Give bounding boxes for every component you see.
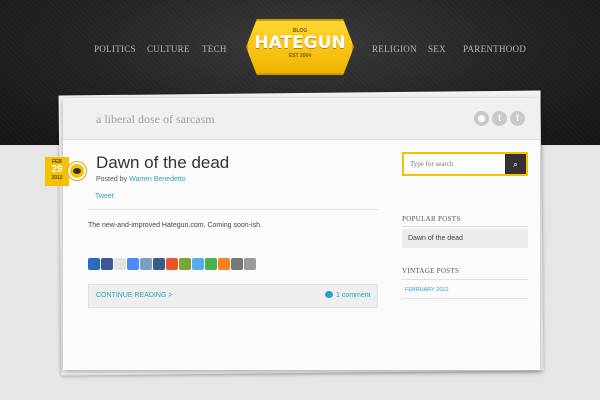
share-button-icon[interactable] xyxy=(140,258,152,270)
comments-icon xyxy=(325,291,333,298)
nav-religion[interactable]: RELIGION xyxy=(372,44,417,54)
tagline: a liberal dose of sarcasm xyxy=(96,112,215,126)
date-badge: FEB 29 2012 xyxy=(45,157,69,186)
post-title[interactable]: Dawn of the dead xyxy=(96,153,229,173)
share-button-icon[interactable] xyxy=(127,258,139,270)
twitter-icon[interactable]: t xyxy=(492,111,507,126)
date-year: 2012 xyxy=(51,175,63,181)
divider xyxy=(88,209,378,210)
popular-post-item[interactable]: Dawn of the dead xyxy=(402,229,528,248)
tweet-button[interactable]: Tweet xyxy=(95,193,114,200)
share-button-icon[interactable] xyxy=(88,258,100,270)
site-logo[interactable]: BLOG HATEGUN EST 2004 xyxy=(246,19,354,75)
share-button-icon[interactable] xyxy=(244,258,256,270)
nav-sex[interactable]: SEX xyxy=(428,44,446,54)
comments-link[interactable]: 1 comment xyxy=(336,292,371,299)
rss-icon[interactable]: ◉ xyxy=(474,111,489,126)
nav-politics[interactable]: POLITICS xyxy=(94,44,136,54)
nav-culture[interactable]: CULTURE xyxy=(147,44,190,54)
logo-name: HATEGUN xyxy=(254,33,346,53)
share-button-icon[interactable] xyxy=(166,258,178,270)
share-button-icon[interactable] xyxy=(192,258,204,270)
popular-posts-heading: POPULAR POSTS xyxy=(402,215,461,223)
search-icon[interactable]: ⌕ xyxy=(505,154,526,174)
logo-est: EST 2004 xyxy=(288,53,312,59)
share-button-icon[interactable] xyxy=(218,258,230,270)
archive-link[interactable]: FEBRUARY 2012 xyxy=(405,287,449,293)
nav-parenthood[interactable]: PARENTHOOD xyxy=(463,44,526,54)
divider xyxy=(402,279,528,280)
divider xyxy=(402,298,528,299)
comment-bubble-icon[interactable] xyxy=(68,162,86,180)
share-button-icon[interactable] xyxy=(179,258,191,270)
share-button-icon[interactable] xyxy=(205,258,217,270)
share-button-icon[interactable] xyxy=(153,258,165,270)
date-day: 29 xyxy=(51,164,63,175)
divider xyxy=(402,226,528,227)
share-button-icon[interactable] xyxy=(114,258,126,270)
vintage-posts-heading: VINTAGE POSTS xyxy=(402,267,460,275)
nav-tech[interactable]: TECH xyxy=(202,44,227,54)
facebook-icon[interactable]: f xyxy=(510,111,525,126)
search-box: ⌕ xyxy=(402,152,528,176)
share-button-icon[interactable] xyxy=(101,258,113,270)
post-meta: Posted by Warren Benedetto xyxy=(96,176,186,183)
search-input[interactable] xyxy=(410,157,506,171)
share-icons xyxy=(88,258,256,270)
posted-by-label: Posted by xyxy=(96,176,128,183)
author-link[interactable]: Warren Benedetto xyxy=(129,176,186,183)
share-button-icon[interactable] xyxy=(231,258,243,270)
continue-reading-link[interactable]: CONTINUE READING > xyxy=(96,292,172,299)
post-body: The new-and-improved Hategun.com. Coming… xyxy=(88,222,262,229)
